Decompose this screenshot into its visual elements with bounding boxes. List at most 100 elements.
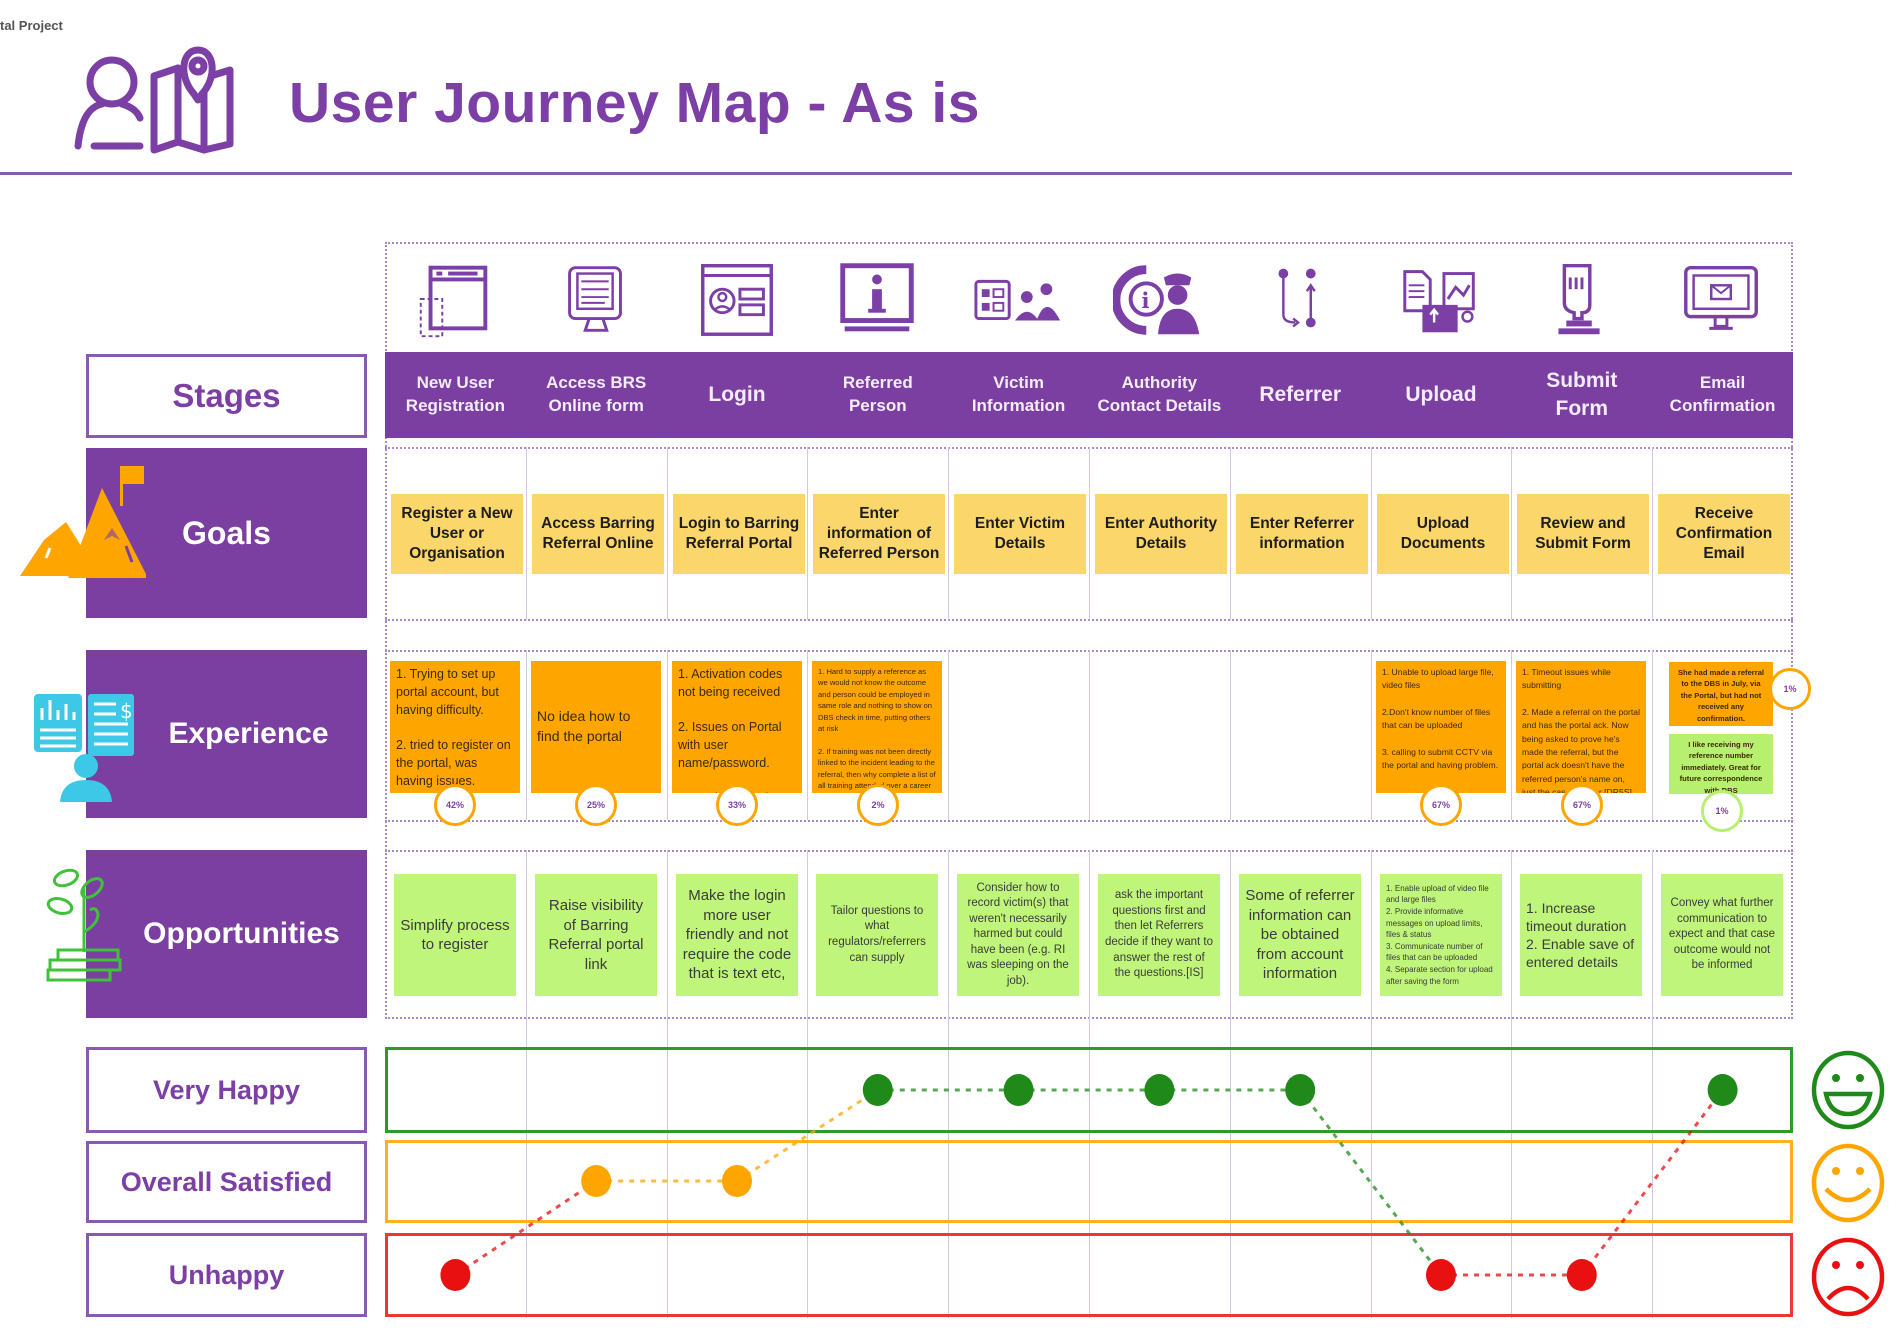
unhappy-band bbox=[385, 1233, 1793, 1317]
goal-card: Enter Victim Details bbox=[954, 494, 1086, 574]
title-divider bbox=[0, 172, 1792, 175]
positive-feedback-card: I like receiving my reference number imm… bbox=[1669, 734, 1773, 794]
column-divider bbox=[667, 850, 668, 1018]
column-divider bbox=[1089, 650, 1090, 820]
column-divider bbox=[807, 447, 808, 620]
column-divider bbox=[1652, 447, 1653, 620]
row-label-text: Stages bbox=[172, 377, 281, 414]
stage-icon-cell bbox=[807, 250, 947, 348]
column-divider bbox=[807, 650, 808, 820]
press-button-icon bbox=[1558, 264, 1600, 335]
stage-icon-cell bbox=[385, 250, 525, 348]
referrer-flow-icon bbox=[1278, 268, 1316, 328]
svg-text:i: i bbox=[1141, 289, 1149, 314]
column-divider bbox=[667, 650, 668, 820]
frowning-face-icon bbox=[1811, 1237, 1885, 1317]
column-divider bbox=[1371, 850, 1372, 1018]
goal-card: Review and Submit Form bbox=[1517, 494, 1649, 574]
column-divider bbox=[667, 447, 668, 620]
stage-header-bar: New User Registration Access BRS Online f… bbox=[385, 352, 1793, 438]
column-divider bbox=[1371, 650, 1372, 820]
user-journey-map-icon bbox=[74, 46, 234, 154]
svg-text:$: $ bbox=[120, 699, 133, 723]
goal-card: Receive Confirmation Email bbox=[1658, 494, 1790, 574]
opportunity-card: Some of referrer information can be obta… bbox=[1239, 874, 1361, 996]
goal-card: Login to Barring Referral Portal bbox=[673, 494, 805, 574]
percentage-badge: 42% bbox=[434, 784, 476, 826]
stage-icon-cell bbox=[1511, 250, 1651, 348]
row-label-opportunities: Opportunities bbox=[86, 850, 367, 1018]
column-divider bbox=[1511, 850, 1512, 1018]
column-divider bbox=[1230, 447, 1231, 620]
grinning-face-icon bbox=[1811, 1050, 1885, 1130]
row-label-text: Unhappy bbox=[168, 1259, 285, 1290]
row-label-text: Overall Satisfied bbox=[120, 1166, 333, 1197]
upload-documents-icon bbox=[1403, 270, 1475, 333]
stage-label: Upload bbox=[1405, 382, 1477, 406]
report-person-icon: $ bbox=[34, 694, 134, 802]
percentage-badge: 1% bbox=[1701, 790, 1743, 832]
pain-point-card: She had made a referral to the DBS in Ju… bbox=[1669, 662, 1773, 726]
row-label-text: Opportunities bbox=[143, 917, 340, 950]
opportunity-card: 1. Increase timeout duration 2. Enable s… bbox=[1520, 874, 1642, 996]
column-divider bbox=[1652, 650, 1653, 820]
column-divider bbox=[1089, 850, 1090, 1018]
stage-icon-cell bbox=[1371, 250, 1511, 348]
row-label-text: Goals bbox=[182, 514, 271, 551]
column-divider bbox=[1371, 447, 1372, 620]
goal-card: Enter Authority Details bbox=[1095, 494, 1227, 574]
pain-point-card: 1. Unable to upload large file, video fi… bbox=[1376, 661, 1506, 793]
project-label: tal Project bbox=[0, 18, 63, 33]
stage-label: Referred Person bbox=[842, 373, 913, 415]
stage-icon-cell bbox=[667, 250, 807, 348]
stage-label: Email Confirmation bbox=[1669, 373, 1776, 415]
plant-books-icon bbox=[46, 868, 122, 982]
monitor-form-icon bbox=[568, 266, 622, 332]
web-form-icon bbox=[419, 265, 488, 338]
opportunity-card: Tailor questions to what regulators/refe… bbox=[816, 874, 938, 996]
pain-point-card: 1. Hard to supply a reference as we woul… bbox=[812, 661, 942, 793]
pain-point-card: 1. Timeout issues while submitting 2. Ma… bbox=[1516, 661, 1646, 793]
column-divider bbox=[948, 447, 949, 620]
percentage-badge: 67% bbox=[1420, 784, 1462, 826]
stage-icon-cell bbox=[526, 250, 666, 348]
smiling-face-icon bbox=[1811, 1143, 1885, 1223]
goal-card: Register a New User or Organisation bbox=[391, 494, 523, 574]
stage-icon-cell bbox=[948, 250, 1088, 348]
column-divider bbox=[948, 850, 949, 1018]
goal-card: Upload Documents bbox=[1377, 494, 1509, 574]
row-label-stages: Stages bbox=[86, 354, 367, 438]
pain-point-card: No idea how to find the portal bbox=[531, 661, 661, 793]
row-label-text: Very Happy bbox=[152, 1074, 301, 1105]
page-title: User Journey Map - As is bbox=[289, 71, 980, 135]
row-label-very-happy: Very Happy bbox=[86, 1047, 367, 1133]
column-divider bbox=[526, 447, 527, 620]
stage-icon-cell bbox=[1230, 250, 1370, 348]
opportunity-card: Simplify process to register bbox=[394, 874, 516, 996]
column-divider bbox=[526, 650, 527, 820]
stage-label: Submit Form bbox=[1546, 368, 1618, 420]
opportunity-card: Make the login more user friendly and no… bbox=[676, 874, 798, 996]
goal-card: Enter information of Referred Person bbox=[813, 494, 945, 574]
stage-label: Victim Information bbox=[971, 373, 1066, 415]
stage-label: Login bbox=[708, 382, 766, 406]
goal-card: Access Barring Referral Online bbox=[532, 494, 664, 574]
percentage-badge: 33% bbox=[716, 784, 758, 826]
percentage-badge: 2% bbox=[857, 784, 899, 826]
column-divider bbox=[1230, 850, 1231, 1018]
stage-label: New User Registration bbox=[405, 373, 505, 415]
column-divider bbox=[1089, 447, 1090, 620]
row-label-unhappy: Unhappy bbox=[86, 1233, 367, 1317]
satisfied-band bbox=[385, 1140, 1793, 1223]
authority-phone-icon: i bbox=[1113, 265, 1200, 335]
percentage-badge: 67% bbox=[1561, 784, 1603, 826]
stage-icon-cell bbox=[1652, 250, 1792, 348]
very-happy-band bbox=[385, 1047, 1793, 1133]
login-profile-icon bbox=[701, 264, 773, 336]
column-divider bbox=[1230, 650, 1231, 820]
row-label-text: Experience bbox=[168, 717, 329, 750]
column-divider bbox=[948, 650, 949, 820]
opportunity-card: ask the important questions first and th… bbox=[1098, 874, 1220, 996]
stage-label: Access BRS Online form bbox=[546, 373, 647, 415]
stage-label: Authority Contact Details bbox=[1097, 373, 1222, 415]
